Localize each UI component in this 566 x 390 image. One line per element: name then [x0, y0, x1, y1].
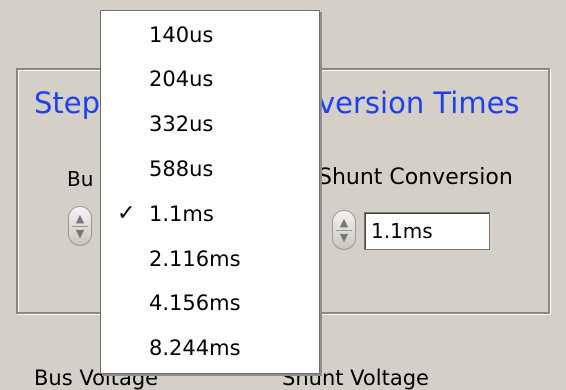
menu-item-label: 8.244ms — [149, 336, 241, 360]
menu-item-label: 2.116ms — [149, 247, 241, 271]
menu-item-8.244ms[interactable]: 8.244ms — [101, 328, 319, 368]
conversion-time-dropdown: 140us 204us 332us 588us ✓ 1.1ms 2.116ms … — [100, 10, 320, 374]
menu-item-204us[interactable]: 204us — [101, 59, 319, 99]
spinner-down-icon[interactable]: ▼ — [69, 228, 91, 240]
menu-item-label: 588us — [149, 157, 214, 181]
menu-item-1.1ms[interactable]: ✓ 1.1ms — [101, 194, 319, 234]
shunt-conversion-label: Shunt Conversion — [318, 165, 513, 190]
menu-item-label: 204us — [149, 67, 214, 91]
checkmark-icon: ✓ — [117, 201, 136, 226]
menu-item-label: 140us — [149, 23, 214, 47]
shunt-conversion-value[interactable]: 1.1ms — [364, 212, 490, 250]
group-title-right: version Times — [318, 86, 520, 120]
spinner-up-icon[interactable]: ▲ — [69, 213, 91, 225]
bus-conversion-label: Bu — [67, 167, 94, 191]
group-title-left: Step — [34, 86, 101, 120]
menu-item-label: 332us — [149, 112, 214, 136]
menu-item-332us[interactable]: 332us — [101, 104, 319, 144]
menu-item-4.156ms[interactable]: 4.156ms — [101, 283, 319, 323]
spinner-down-icon[interactable]: ▼ — [333, 232, 355, 244]
menu-item-140us[interactable]: 140us — [101, 15, 319, 55]
menu-item-2.116ms[interactable]: 2.116ms — [101, 239, 319, 279]
bus-conversion-spinner[interactable]: ▲ ▼ — [68, 206, 92, 246]
menu-item-label: 4.156ms — [149, 291, 241, 315]
spinner-up-icon[interactable]: ▲ — [333, 217, 355, 229]
shunt-conversion-spinner[interactable]: ▲ ▼ — [332, 210, 356, 250]
menu-item-label: 1.1ms — [149, 202, 214, 226]
menu-item-588us[interactable]: 588us — [101, 149, 319, 189]
